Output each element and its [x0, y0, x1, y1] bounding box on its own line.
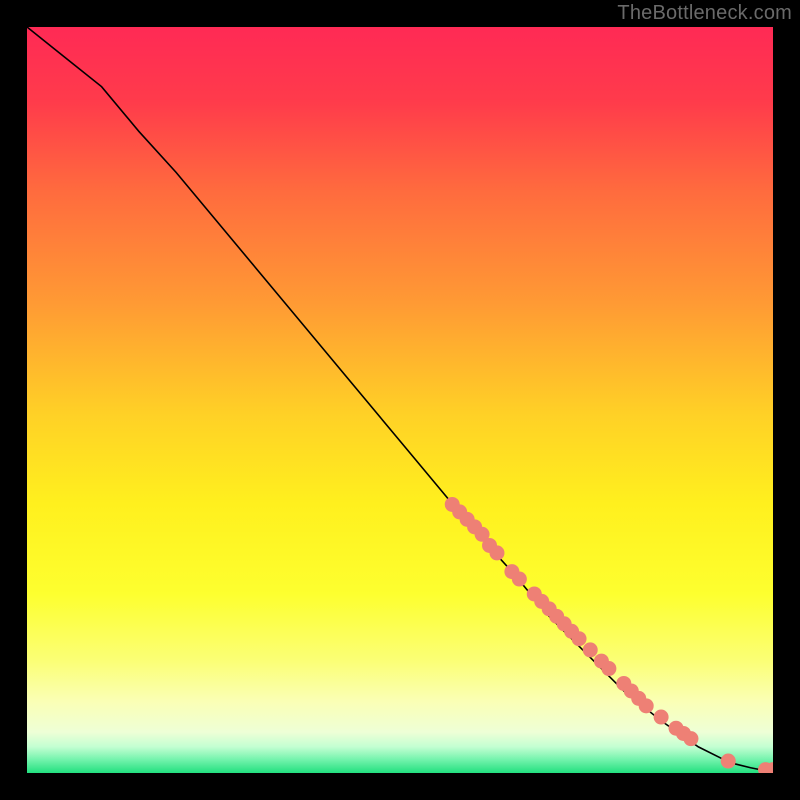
data-point	[654, 710, 669, 725]
data-point	[583, 642, 598, 657]
gradient-background	[27, 27, 773, 773]
data-point	[601, 661, 616, 676]
data-point	[639, 698, 654, 713]
data-point	[683, 731, 698, 746]
chart-stage: TheBottleneck.com	[0, 0, 800, 800]
chart-svg	[27, 27, 773, 773]
watermark-text: TheBottleneck.com	[617, 2, 792, 25]
plot-area	[27, 27, 773, 773]
data-point	[489, 545, 504, 560]
data-point	[572, 631, 587, 646]
data-point	[512, 572, 527, 587]
data-point	[721, 754, 736, 769]
